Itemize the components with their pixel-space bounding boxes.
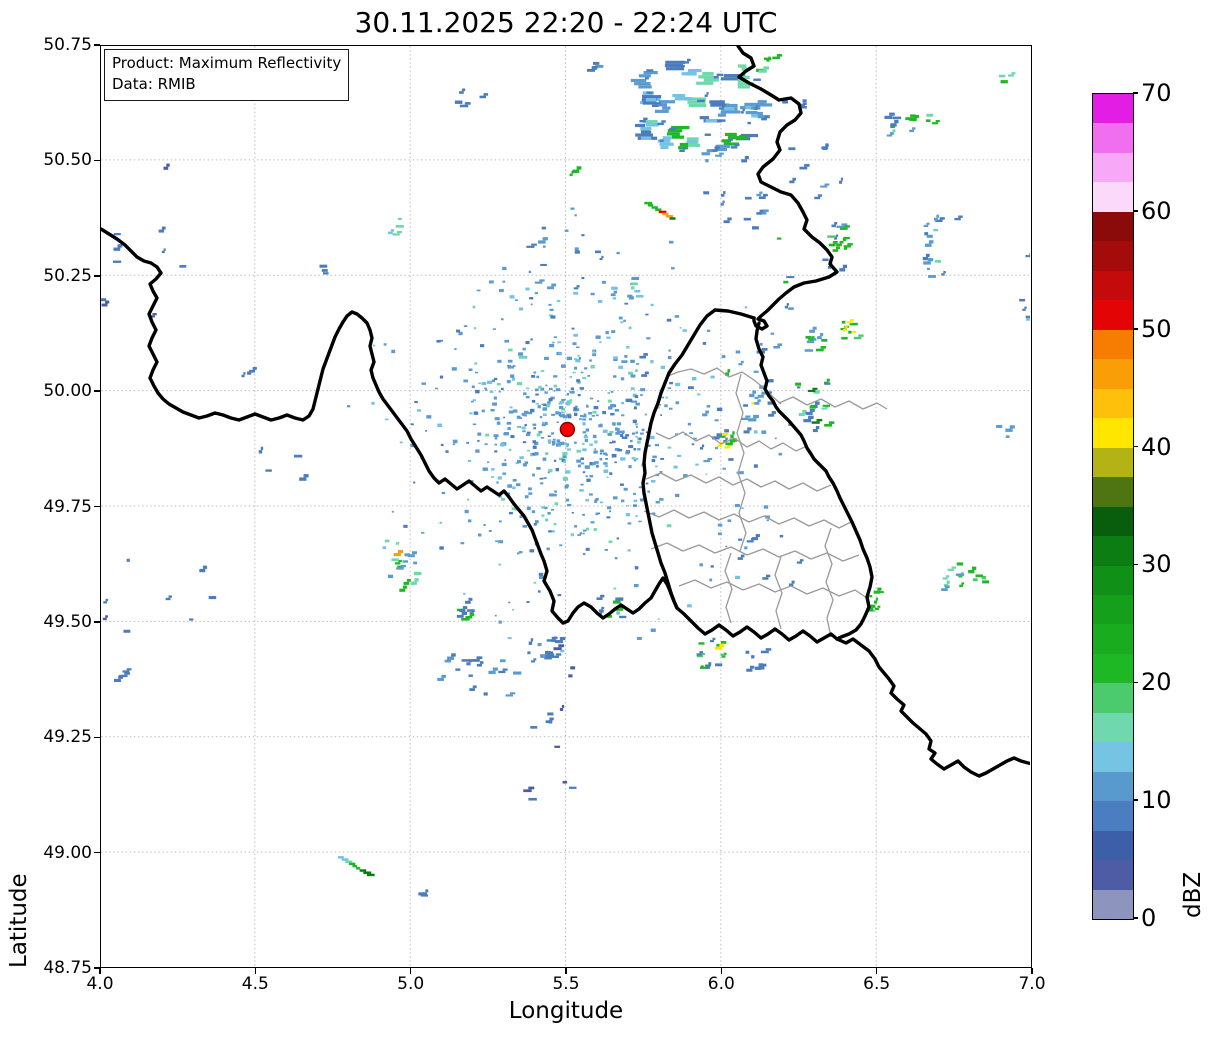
product-annotation: Product: Maximum Reflectivity Data: RMIB: [104, 49, 350, 101]
y-tick-mark: [94, 275, 100, 277]
y-tick-label: 50.50: [43, 150, 92, 171]
echo-layer: [101, 54, 1030, 897]
y-tick-label: 49.50: [43, 611, 92, 632]
colorbar-tick-label: 30: [1141, 550, 1172, 579]
y-tick-mark: [94, 736, 100, 739]
colorbar-segment: [1093, 889, 1133, 920]
colorbar-segment: [1093, 536, 1133, 566]
y-axis-label: Latitude: [6, 873, 32, 968]
y-tick-mark: [94, 621, 100, 623]
colorbar-segment: [1093, 712, 1133, 743]
x-axis-label: Longitude: [508, 998, 624, 1024]
colorbar-tick-mark: [1133, 563, 1138, 566]
colorbar-segment: [1093, 860, 1133, 890]
data-source-line: Data: RMIB: [112, 75, 196, 94]
grid-lines: [101, 46, 1030, 966]
x-tick-label: 4.5: [241, 974, 269, 994]
colorbar-unit-label: dBZ: [1180, 871, 1206, 918]
colorbar-segment: [1093, 506, 1133, 537]
x-tick-label: 6.5: [863, 974, 891, 994]
colorbar-tick-label: 60: [1141, 196, 1172, 225]
radar-site-marker: [559, 421, 576, 438]
colorbar-segment: [1093, 241, 1133, 271]
colorbar-segment: [1093, 94, 1133, 124]
colorbar-segment: [1093, 152, 1133, 183]
colorbar-segment: [1093, 388, 1133, 419]
colorbar-tick-label: 40: [1141, 432, 1172, 461]
colorbar-segment: [1093, 624, 1133, 654]
colorbar-segment: [1093, 418, 1133, 448]
y-tick-label: 50.00: [43, 381, 92, 402]
colorbar-tick-mark: [1133, 799, 1138, 801]
colorbar-segment: [1093, 830, 1133, 861]
colorbar-segment: [1093, 477, 1133, 507]
y-tick-label: 49.75: [43, 496, 92, 517]
x-tick-label: 7.0: [1018, 974, 1046, 994]
colorbar-tick-label: 50: [1141, 314, 1172, 343]
colorbar-tick-mark: [1133, 328, 1138, 330]
colorbar-segment: [1093, 683, 1133, 713]
y-tick-label: 49.00: [43, 842, 92, 863]
y-tick-mark: [94, 159, 100, 162]
colorbar-tick-mark: [1133, 917, 1138, 919]
product-line: Product: Maximum Reflectivity: [112, 54, 342, 72]
map-plot: Product: Maximum Reflectivity Data: RMIB: [100, 45, 1032, 968]
colorbar-segment: [1093, 653, 1133, 684]
colorbar-tick-label: 10: [1141, 786, 1172, 815]
colorbar: [1092, 93, 1134, 920]
colorbar-segment: [1093, 300, 1133, 330]
colorbar-segment: [1093, 565, 1133, 595]
colorbar-tick-mark: [1133, 92, 1138, 94]
y-tick-mark: [94, 967, 100, 969]
map-canvas: [101, 46, 1030, 966]
colorbar-segment: [1093, 270, 1133, 301]
y-tick-mark: [94, 505, 100, 508]
y-tick-mark: [94, 851, 100, 854]
colorbar-tick-mark: [1133, 210, 1138, 212]
x-tick-label: 5.5: [552, 974, 580, 994]
y-tick-label: 50.75: [43, 35, 92, 55]
colorbar-tick-label: 70: [1141, 79, 1172, 107]
figure-title: 30.11.2025 22:20 - 22:24 UTC: [354, 6, 778, 39]
colorbar-tick-label: 20: [1141, 668, 1172, 697]
colorbar-segment: [1093, 742, 1133, 772]
colorbar-segment: [1093, 123, 1133, 153]
colorbar-tick-mark: [1133, 681, 1138, 684]
colorbar-segment: [1093, 211, 1133, 242]
colorbar-segment: [1093, 771, 1133, 802]
y-tick-label: 48.75: [43, 958, 92, 978]
district-borders: [643, 367, 888, 638]
y-tick-label: 50.25: [43, 265, 92, 286]
y-tick-mark: [94, 390, 100, 392]
colorbar-segment: [1093, 182, 1133, 212]
colorbar-segment: [1093, 329, 1133, 360]
y-tick-label: 49.25: [43, 727, 92, 748]
colorbar-tick-label: 0: [1141, 904, 1157, 932]
x-tick-label: 5.0: [397, 974, 425, 994]
colorbar-tick-mark: [1133, 445, 1138, 448]
radar-figure: 30.11.2025 22:20 - 22:24 UTC Product: Ma…: [0, 0, 1219, 1040]
y-tick-mark: [94, 44, 100, 46]
colorbar-segment: [1093, 447, 1133, 478]
colorbar-segment: [1093, 359, 1133, 389]
colorbar-segment: [1093, 594, 1133, 625]
colorbar-segment: [1093, 801, 1133, 831]
x-tick-label: 6.0: [707, 974, 735, 994]
